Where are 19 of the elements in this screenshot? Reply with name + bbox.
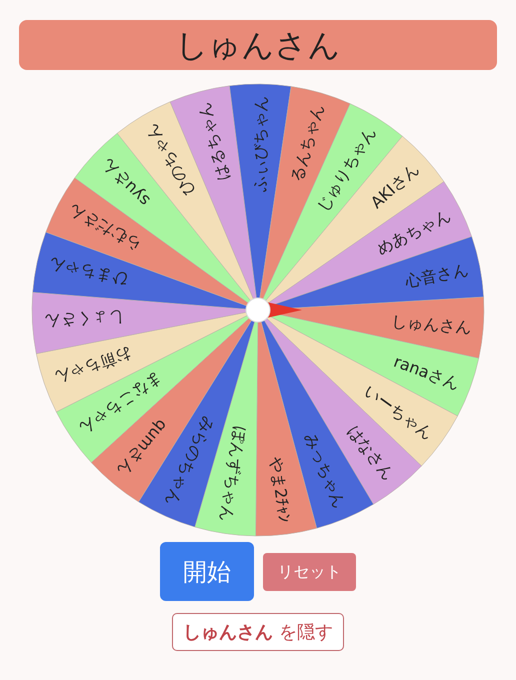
segment-label: しゅんさん [390, 312, 472, 337]
segment-label: しょくさん [44, 308, 125, 332]
reset-button[interactable]: リセット [263, 552, 356, 590]
segment-label: やま2ﾁｬﾝ [266, 456, 294, 524]
wheel-hub [246, 298, 270, 322]
start-button[interactable]: 開始 [160, 542, 254, 601]
segment-label: はるちゃん [194, 100, 233, 183]
name-banner: しゅんさん [19, 20, 497, 70]
segment-label: 心音さん [403, 260, 470, 291]
segment-label: ranaさん [391, 352, 462, 394]
segment-label: ぽんずちゃん [216, 425, 250, 524]
segment-label: はなさん [344, 422, 398, 484]
segment-label: syuさん [96, 155, 154, 210]
segment-label: るんちゃん [286, 102, 328, 184]
segment-label: ひまちゃん [47, 254, 130, 290]
segment-label: ふぃびちゃん [250, 96, 270, 192]
segment-label: お前ちゃん [52, 344, 134, 388]
hide-button[interactable]: しゅんさん を隠す [172, 613, 344, 651]
segment-label: AKIさん [366, 158, 423, 212]
